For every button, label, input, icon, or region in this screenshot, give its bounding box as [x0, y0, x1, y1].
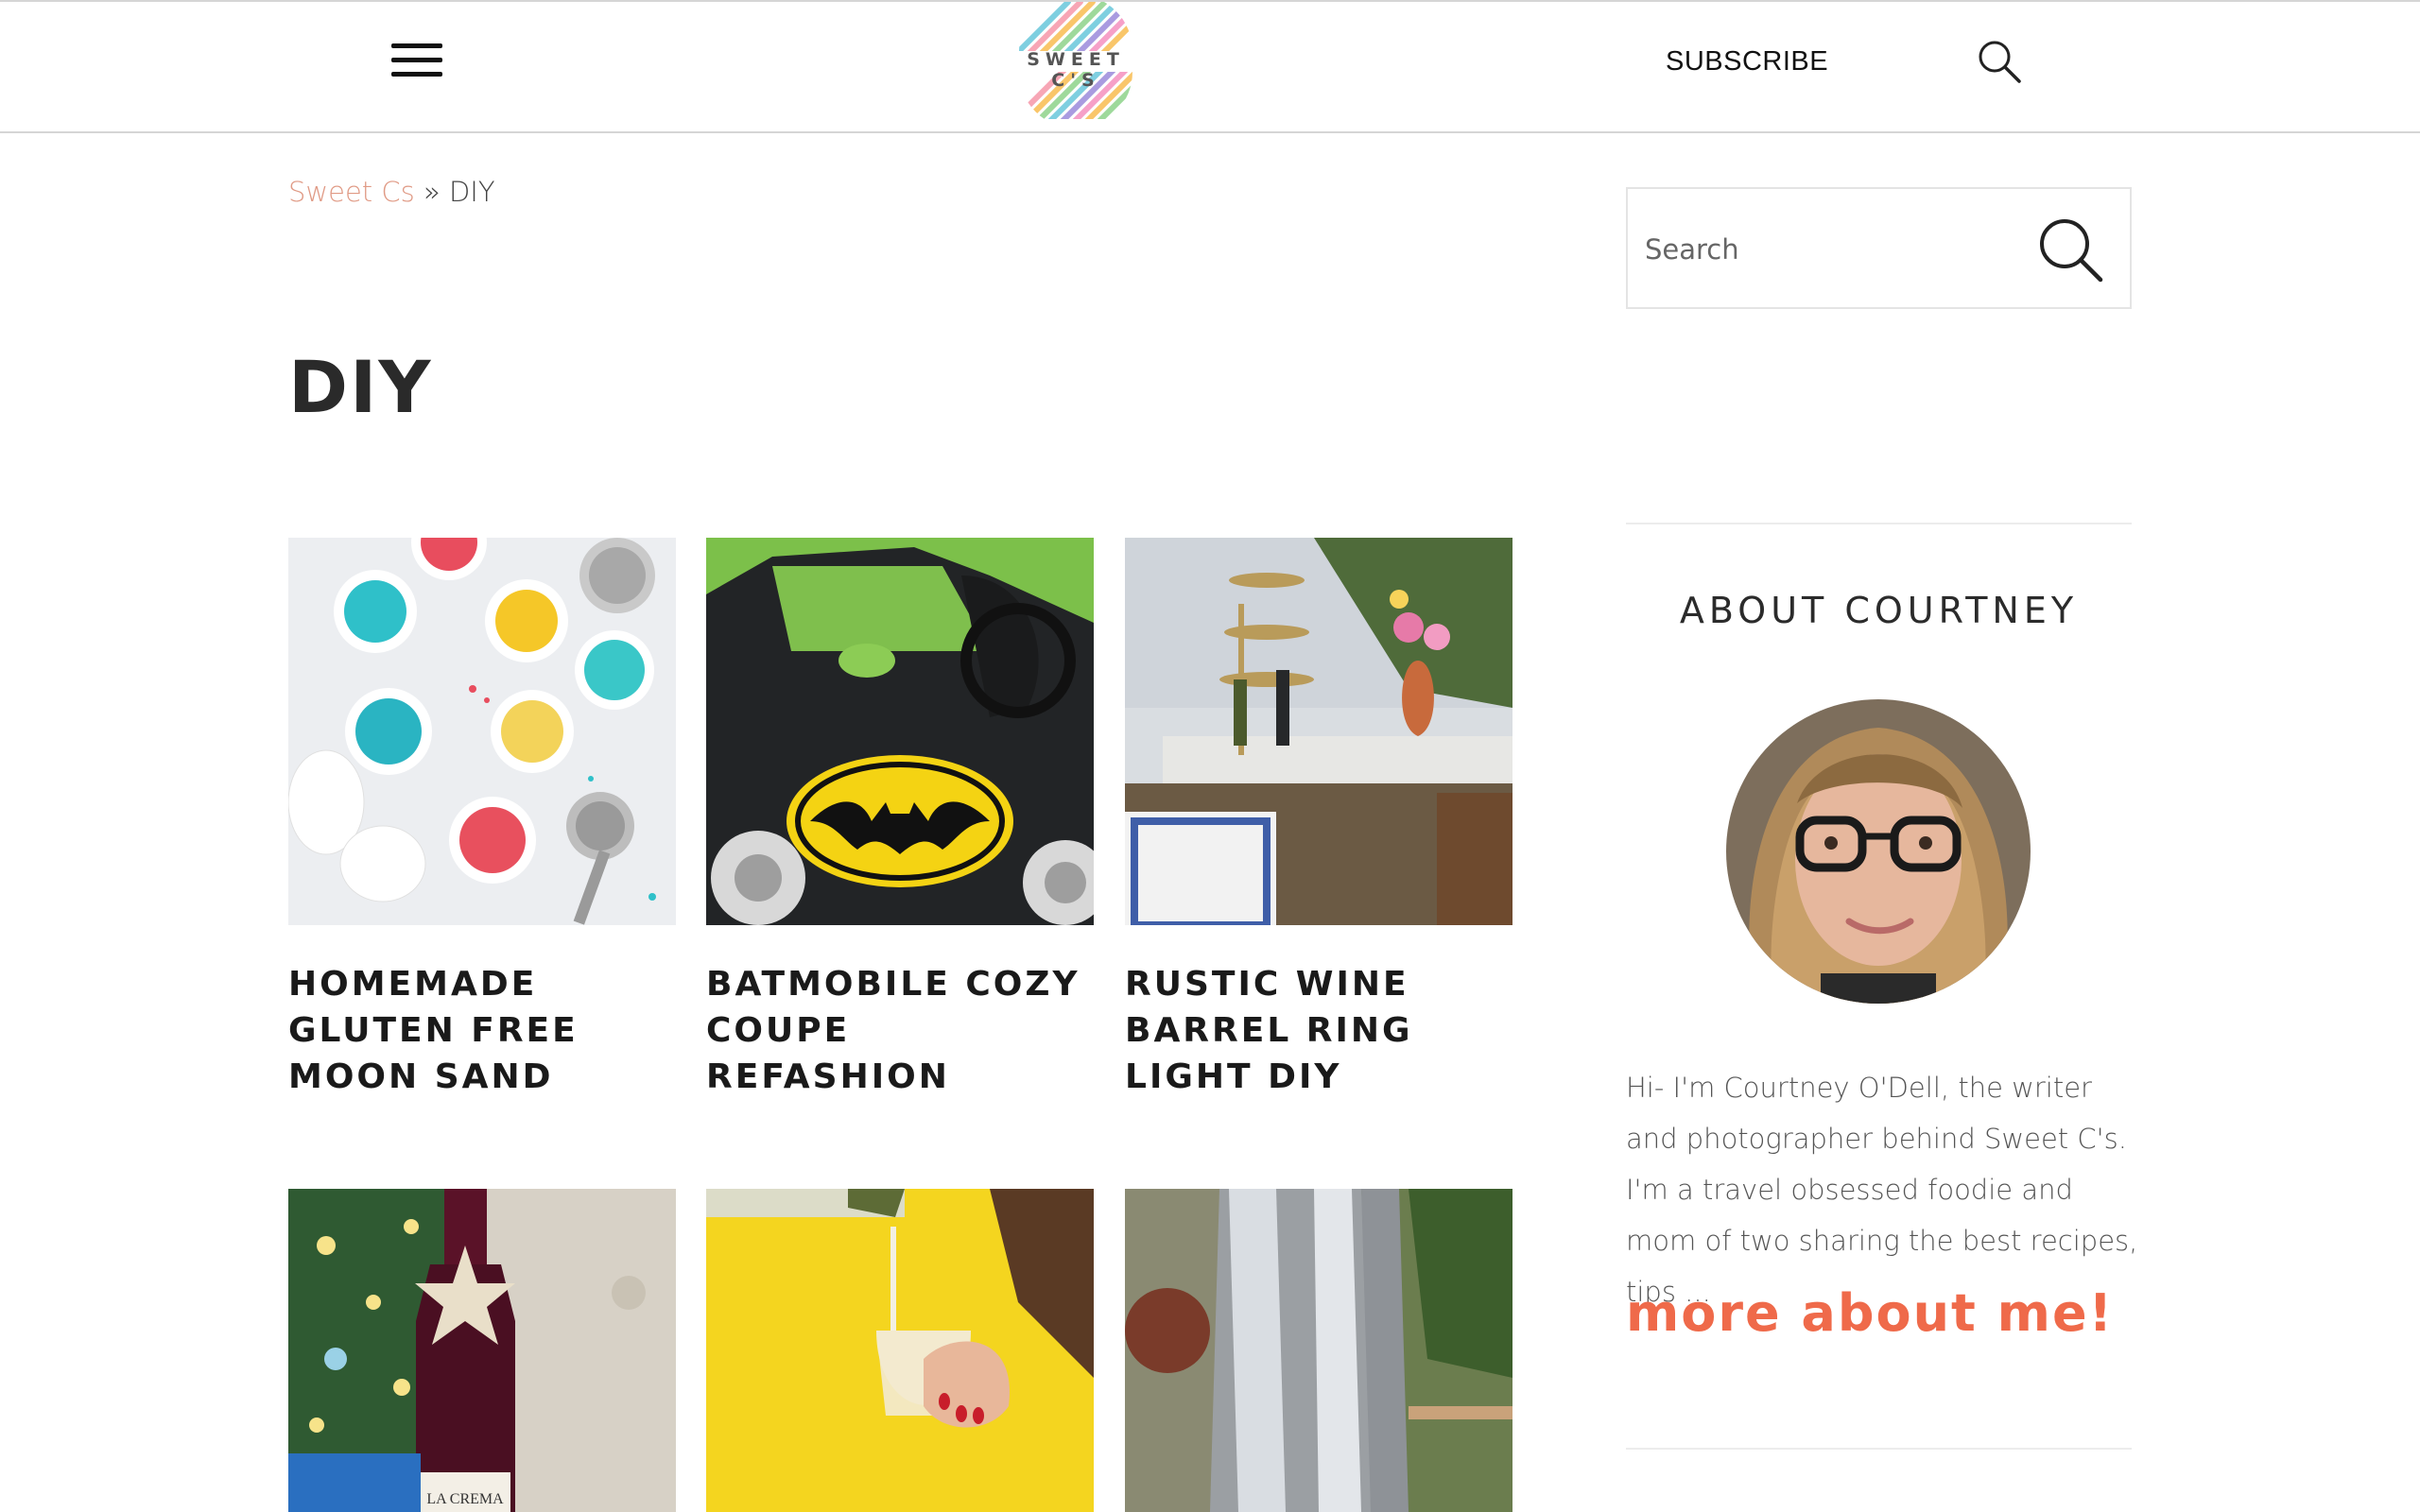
search-icon[interactable]	[2032, 212, 2108, 287]
subscribe-link[interactable]: SUBSCRIBE	[1666, 46, 1828, 77]
about-text: Hi- I'm Courtney O'Dell, the writer and …	[1626, 1072, 2138, 1308]
site-header: SWEET C'S SUBSCRIBE	[0, 0, 2420, 133]
sidebar-search-box	[1626, 187, 2132, 309]
more-about-me-link[interactable]: more about me!	[1626, 1283, 2114, 1343]
sidebar-search-input[interactable]	[1645, 221, 2023, 278]
site-logo[interactable]: SWEET C'S	[991, 0, 1161, 128]
about-title: ABOUT COURTNEY	[1679, 590, 2079, 631]
sidebar-divider	[1626, 523, 2132, 524]
svg-text:LA CREMA: LA CREMA	[426, 1491, 504, 1507]
sidebar-divider	[1626, 1448, 2132, 1450]
logo-text: SWEET C'S	[1027, 49, 1125, 91]
post-thumbnail[interactable]	[1125, 538, 1512, 925]
post-thumbnail[interactable]: LA CREMA	[288, 1189, 676, 1512]
post-thumbnail[interactable]	[1125, 1189, 1512, 1512]
post-title[interactable]: RUSTIC WINE BARREL RING LIGHT DIY	[1125, 961, 1522, 1100]
post-thumbnail[interactable]	[706, 1189, 1094, 1512]
post-title[interactable]: BATMOBILE COZY COUPE REFASHION	[706, 961, 1103, 1100]
post-thumbnail[interactable]	[706, 538, 1094, 925]
post-title[interactable]: HOMEMADE GLUTEN FREE MOON SAND	[288, 961, 685, 1100]
page-title: DIY	[288, 345, 433, 429]
breadcrumb-home-link[interactable]: Sweet Cs	[288, 176, 415, 208]
breadcrumb-separator: »	[423, 176, 441, 208]
avatar	[1726, 699, 2031, 1004]
post-thumbnail[interactable]	[288, 538, 676, 925]
hamburger-menu-icon[interactable]	[388, 40, 446, 81]
breadcrumb: Sweet Cs » DIY	[288, 176, 495, 208]
search-icon[interactable]	[1976, 38, 2023, 85]
breadcrumb-current: DIY	[448, 176, 495, 208]
